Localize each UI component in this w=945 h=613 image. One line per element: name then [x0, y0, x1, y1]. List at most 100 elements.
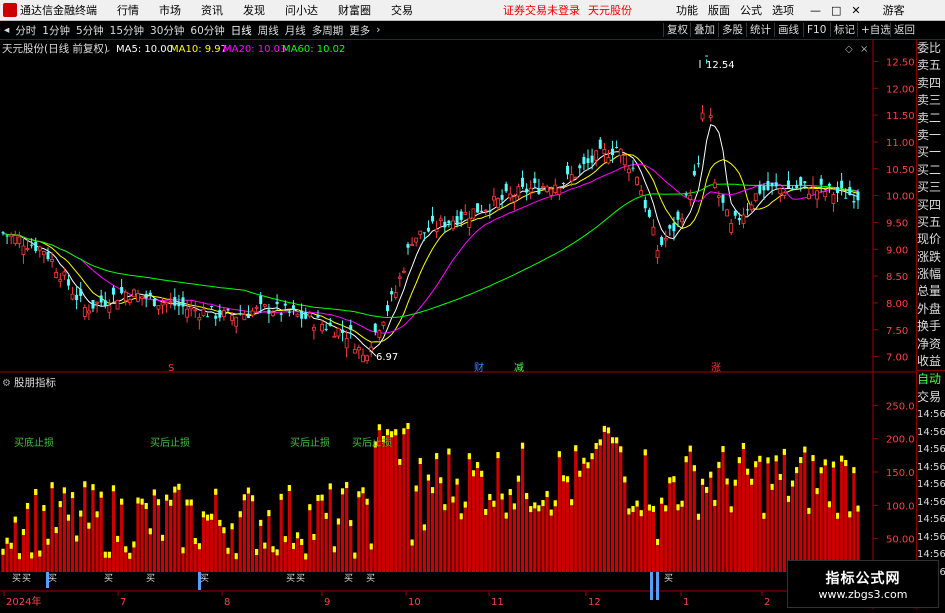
quote-label-sell4: 卖四 — [917, 75, 942, 90]
menu-bar: 通达信金融终端 行情 市场 资讯 发现 问小达 财富圈 交易 证券交易未登录 天… — [0, 0, 945, 21]
marker-reduce[interactable]: 减 — [514, 362, 524, 374]
auto-mode-button[interactable]: 自动 — [917, 370, 945, 388]
candle-body — [602, 149, 607, 154]
period-15min[interactable]: 15分钟 — [110, 23, 144, 38]
period-weekly[interactable]: 周线 — [258, 23, 279, 38]
indicator-bar-cap — [655, 538, 660, 545]
indicator-bar-cap — [529, 506, 533, 513]
menu-news[interactable]: 资讯 — [201, 2, 223, 18]
candle-body — [766, 181, 770, 191]
candle-body — [148, 292, 152, 296]
candle-body — [836, 187, 840, 194]
indicator-bar — [471, 470, 476, 572]
indicator-bar-cap — [30, 552, 34, 559]
period-60min[interactable]: 60分钟 — [190, 23, 224, 38]
maximize-icon[interactable]: □ — [831, 4, 841, 17]
candle-body — [569, 174, 574, 182]
sub-settings-icon[interactable]: ⚙ — [2, 378, 11, 389]
candle-body — [222, 310, 226, 318]
indicator-bar-cap — [516, 475, 521, 482]
buy-marker: 买 — [664, 573, 673, 584]
menu-trade[interactable]: 交易 — [391, 2, 413, 18]
btn-adjust[interactable]: 复权 — [663, 23, 691, 37]
menu-discover[interactable]: 发现 — [243, 2, 265, 18]
candle-body — [758, 184, 762, 194]
indicator-bar-cap — [709, 471, 713, 478]
header-dropdown-icon[interactable]: ⌄ — [104, 45, 112, 55]
chart-area[interactable]: 天元股份(日线 前复权) ⌄ MA5: 10.00 MA10: 9.97 MA2… — [0, 40, 916, 609]
candle-body — [660, 237, 664, 245]
tick-time: 14:56 — [917, 461, 945, 473]
candle-body — [483, 209, 488, 212]
minimize-icon[interactable]: — — [810, 4, 821, 17]
indicator-bar — [422, 524, 426, 572]
period-30min[interactable]: 30分钟 — [150, 23, 184, 38]
period-monthly[interactable]: 月线 — [285, 23, 306, 38]
indicator-bar — [173, 486, 177, 572]
marker-s[interactable]: S — [168, 363, 174, 374]
period-timeshare[interactable]: 分时 — [15, 23, 36, 38]
btn-draw[interactable]: 画线 — [774, 23, 802, 37]
indicator-bar-cap — [488, 494, 492, 501]
indicator-bar — [214, 488, 218, 572]
period-multi[interactable]: 多周期 — [312, 23, 344, 38]
indicator-bar-cap — [795, 467, 799, 474]
btn-overlay[interactable]: 叠加 — [690, 23, 718, 37]
ma60-label: MA60: 10.02 — [282, 44, 345, 55]
marker-finance[interactable]: 财 — [474, 361, 484, 374]
period-1min[interactable]: 1分钟 — [42, 23, 70, 38]
menu-market[interactable]: 市场 — [159, 2, 181, 18]
indicator-bar — [741, 443, 746, 572]
indicator-bar-cap — [803, 446, 807, 453]
close-panel-icon[interactable]: × — [860, 44, 868, 55]
indicator-bar — [21, 529, 26, 572]
login-status[interactable]: 证券交易未登录 — [503, 2, 580, 18]
candle-body — [13, 235, 18, 244]
btn-statistics[interactable]: 统计 — [746, 23, 774, 37]
candle-body — [807, 193, 811, 200]
btn-back[interactable]: 返回 — [890, 23, 918, 37]
indicator-bar-cap — [635, 500, 639, 507]
candle-body — [173, 296, 177, 306]
indicator-bar-cap — [173, 486, 177, 493]
candle-body — [680, 218, 684, 223]
menu-formula[interactable]: 公式 — [740, 2, 762, 18]
close-icon[interactable]: ✕ — [851, 4, 860, 17]
menu-ask[interactable]: 问小达 — [285, 2, 318, 18]
marker-rise[interactable]: 涨 — [711, 362, 721, 374]
guest-user[interactable]: 游客 — [883, 2, 905, 18]
indicator-bar-cap — [83, 481, 87, 488]
period-5min[interactable]: 5分钟 — [76, 23, 104, 38]
candle-body — [827, 183, 831, 186]
indicator-bar — [627, 508, 631, 572]
menu-wealth[interactable]: 财富圈 — [338, 2, 371, 18]
period-daily[interactable]: 日线 — [231, 23, 252, 38]
candle-body — [127, 299, 132, 303]
candle-body — [50, 259, 54, 262]
indicator-bar-cap — [688, 445, 692, 452]
indicator-bar-cap — [750, 478, 754, 485]
quote-label-change: 涨跌 — [917, 249, 942, 264]
more-chevron-icon[interactable]: › — [376, 24, 380, 36]
trade-button[interactable]: 交易 — [917, 389, 945, 406]
menu-options[interactable]: 选项 — [772, 2, 794, 18]
menu-quotes[interactable]: 行情 — [117, 2, 139, 18]
candle-body — [778, 188, 783, 195]
indicator-bar — [590, 453, 594, 572]
indicator-bar — [340, 488, 345, 572]
period-more[interactable]: 更多 — [349, 23, 370, 38]
indicator-bar-cap — [799, 457, 803, 464]
indicator-bar — [750, 478, 754, 572]
btn-multi-stock[interactable]: 多股 — [718, 23, 746, 37]
menu-function[interactable]: 功能 — [676, 2, 698, 18]
toolbar-left-arrow-icon[interactable]: ◂ — [4, 24, 9, 36]
candle-body — [573, 176, 578, 179]
candle-body — [377, 330, 382, 338]
indicator-bar-cap — [259, 519, 263, 526]
menu-layout[interactable]: 版面 — [708, 2, 730, 18]
chart-svg[interactable]: 天元股份(日线 前复权) ⌄ MA5: 10.00 MA10: 9.97 MA2… — [0, 40, 916, 609]
diamond-icon[interactable]: ◇ — [845, 44, 853, 55]
btn-mark[interactable]: 标记 — [830, 23, 858, 37]
btn-add-favorite[interactable]: +自选 — [857, 23, 894, 37]
btn-f10[interactable]: F10 — [803, 23, 829, 37]
